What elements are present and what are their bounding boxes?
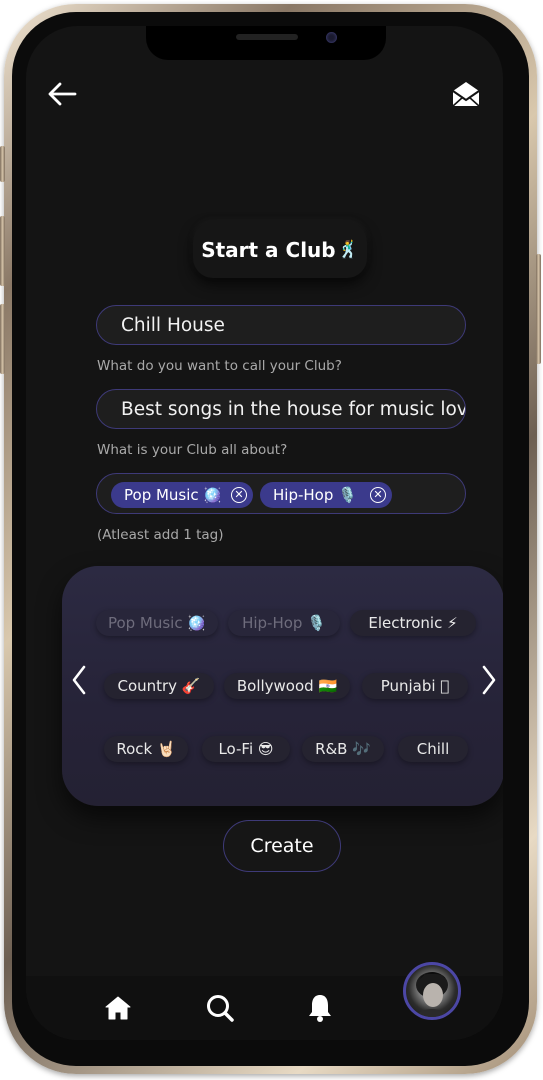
- genre-chip[interactable]: Chill: [398, 736, 468, 762]
- volume-up-button: [0, 216, 5, 286]
- selected-tag-label: Pop Music 🪩: [124, 486, 223, 504]
- dancer-emoji: 🕺: [337, 240, 359, 260]
- page-title: Start a Club 🕺: [193, 222, 367, 278]
- arrow-left-icon: [48, 82, 77, 106]
- mute-switch: [0, 146, 5, 182]
- nav-notifications[interactable]: [300, 988, 340, 1028]
- messages-button[interactable]: [446, 74, 486, 114]
- speaker: [236, 34, 298, 40]
- phone-frame: Start a Club 🕺 Chill House What do you wa…: [0, 4, 541, 1074]
- selected-tags-field[interactable]: Pop Music 🪩 ✕ Hip-Hop 🎙️ ✕: [96, 473, 466, 514]
- profile-photo: [412, 972, 452, 1017]
- create-club-button[interactable]: Create: [223, 820, 341, 872]
- club-description-input[interactable]: Best songs in the house for music lovers: [96, 389, 466, 429]
- tags-hint: (Atleast add 1 tag): [97, 527, 224, 543]
- genre-chip[interactable]: Electronic ⚡: [350, 610, 476, 636]
- search-icon: [207, 995, 234, 1022]
- remove-tag-icon[interactable]: ✕: [231, 487, 247, 503]
- genre-chip[interactable]: Hip-Hop 🎙️: [228, 610, 340, 636]
- previous-genres-button[interactable]: [64, 660, 94, 700]
- club-description-hint: What is your Club all about?: [97, 442, 288, 458]
- volume-down-button: [0, 304, 5, 374]
- screen: Start a Club 🕺 Chill House What do you wa…: [26, 26, 503, 1040]
- next-genres-button[interactable]: [474, 660, 503, 700]
- selected-tag[interactable]: Hip-Hop 🎙️ ✕: [260, 482, 392, 508]
- power-button: [536, 254, 541, 364]
- phone-bezel: Start a Club 🕺 Chill House What do you wa…: [12, 12, 529, 1066]
- nav-search[interactable]: [200, 988, 240, 1028]
- back-button[interactable]: [42, 74, 82, 114]
- home-icon: [105, 996, 131, 1020]
- genre-chip[interactable]: Punjabi 🏻: [362, 673, 468, 699]
- chevron-left-icon: [72, 665, 86, 695]
- selected-tag-label: Hip-Hop 🎙️: [273, 486, 357, 504]
- front-camera: [326, 32, 337, 43]
- notch: [146, 26, 386, 60]
- genre-picker: Pop Music 🪩 Hip-Hop 🎙️ Electronic ⚡ Coun…: [62, 566, 503, 806]
- genre-chip[interactable]: Bollywood 🇮🇳: [224, 673, 350, 699]
- envelope-open-icon: [452, 82, 480, 107]
- bell-icon: [309, 995, 331, 1022]
- profile-avatar[interactable]: [403, 962, 461, 1020]
- club-name-input[interactable]: Chill House: [96, 305, 466, 345]
- remove-tag-icon[interactable]: ✕: [370, 487, 386, 503]
- genre-chip[interactable]: R&B 🎶: [302, 736, 384, 762]
- chevron-right-icon: [482, 665, 496, 695]
- nav-home[interactable]: [98, 988, 138, 1028]
- page-title-text: Start a Club: [201, 238, 336, 262]
- selected-tag[interactable]: Pop Music 🪩 ✕: [111, 482, 253, 508]
- genre-chip[interactable]: Rock 🤘🏻: [104, 736, 188, 762]
- club-name-hint: What do you want to call your Club?: [97, 358, 342, 374]
- genre-chip[interactable]: Pop Music 🪩: [96, 610, 218, 636]
- genre-chip[interactable]: Lo-Fi 😎: [202, 736, 290, 762]
- bottom-nav: [26, 962, 503, 1040]
- genre-chip[interactable]: Country 🎸: [104, 673, 214, 699]
